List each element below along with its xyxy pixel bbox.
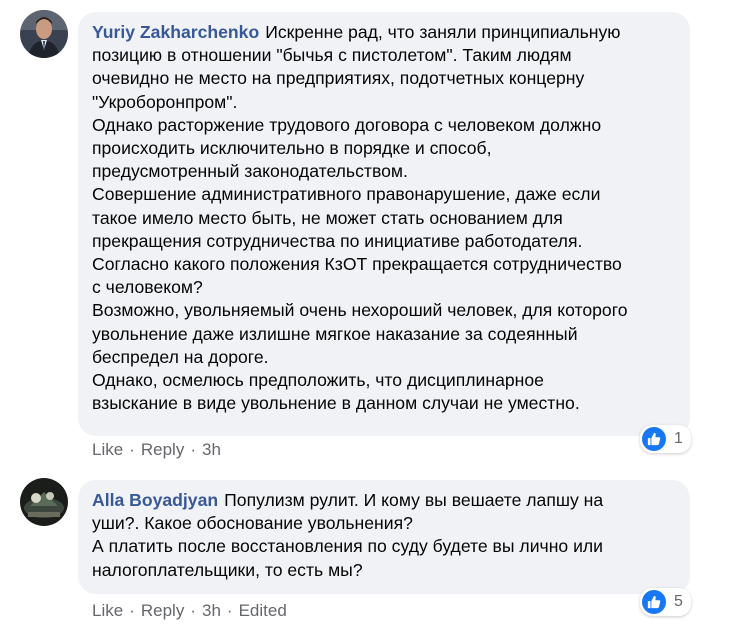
separator-dot: ·: [190, 440, 196, 459]
comment-text-line: уши?. Какое обоснование увольнения?: [92, 513, 413, 534]
like-button[interactable]: Like: [92, 601, 123, 620]
reaction-summary[interactable]: 5: [640, 588, 691, 616]
reaction-count: 1: [674, 430, 683, 447]
comment-text-line: беспредел на дороге.: [92, 346, 269, 367]
comment-text-line: А платить после восстановления по суду б…: [92, 536, 603, 557]
reaction-summary[interactable]: 1: [640, 425, 691, 453]
comment-bubble: Yuriy Zakharchenko Искренне рад, что заня…: [78, 12, 690, 436]
comment-text-line: такое имело место быть, не может стать о…: [92, 207, 563, 228]
comment-actions: Like · Reply · 3h: [92, 440, 221, 460]
comment-text-line: предусмотренный законодательством.: [92, 161, 408, 182]
separator-dot: ·: [190, 601, 196, 620]
edited-label: Edited: [238, 601, 287, 620]
avatar[interactable]: [20, 478, 68, 526]
avatar[interactable]: [20, 10, 68, 58]
reply-button[interactable]: Reply: [141, 601, 184, 620]
comment-text-line: Совершение административного правонаруше…: [92, 184, 601, 205]
reply-button[interactable]: Reply: [141, 440, 184, 459]
separator-dot: ·: [226, 601, 233, 620]
comment-text-line: "Укроборонпром".: [92, 91, 238, 112]
comment-text-line: очевидно не место на предприятиях, подот…: [92, 68, 585, 89]
timestamp-link[interactable]: 3h: [202, 440, 221, 459]
comment-text-line: увольнение даже излишне мягкое наказание…: [92, 323, 578, 344]
comment-actions: Like · Reply · 3h · Edited: [92, 601, 287, 621]
avatar-photo-icon: [20, 10, 68, 58]
like-thumb-icon: [642, 590, 666, 614]
like-thumb-icon: [642, 427, 666, 451]
avatar-photo-icon: [20, 478, 68, 526]
like-button[interactable]: Like: [92, 440, 123, 459]
comment-text-line: позицию в отношении "бычья с пистолетом"…: [92, 45, 572, 66]
comment-text-line: Однако расторжение трудового договора с …: [92, 114, 602, 135]
comment-bubble: Alla Boyadjyan Популизм рулит. И кому вы …: [78, 480, 690, 594]
separator-dot: ·: [129, 601, 135, 620]
comment-author-link[interactable]: Alla Boyadjyan: [92, 490, 218, 510]
comment-text-line: налогоплательщики, то есть мы?: [92, 559, 363, 580]
timestamp-link[interactable]: 3h: [202, 601, 221, 620]
comment-text-line: Согласно какого положения КзОТ прекращае…: [92, 254, 622, 275]
comment-text-line: прекращения сотрудничества по инициативе…: [92, 230, 583, 251]
comment-text-line: происходить исключительно в порядке и сп…: [92, 138, 492, 159]
reaction-count: 5: [674, 593, 683, 610]
comment-text-line: Искренне рад, что заняли принципиальную: [265, 22, 621, 42]
comment-text-line: Однако, осмелюсь предположить, что дисци…: [92, 370, 544, 391]
comment-text-line: Возможно, увольняемый очень нехороший че…: [92, 300, 628, 321]
comment-text-line: с человеком?: [92, 277, 203, 298]
comment-text-line: Популизм рулит. И кому вы вешаете лапшу …: [224, 490, 604, 510]
comment-text-line: взыскание в виде увольнение в данном слу…: [92, 393, 580, 414]
separator-dot: ·: [129, 440, 135, 459]
comment-thread: Yuriy Zakharchenko Искренне рад, что заня…: [0, 0, 740, 628]
comment-author-link[interactable]: Yuriy Zakharchenko: [92, 22, 259, 42]
